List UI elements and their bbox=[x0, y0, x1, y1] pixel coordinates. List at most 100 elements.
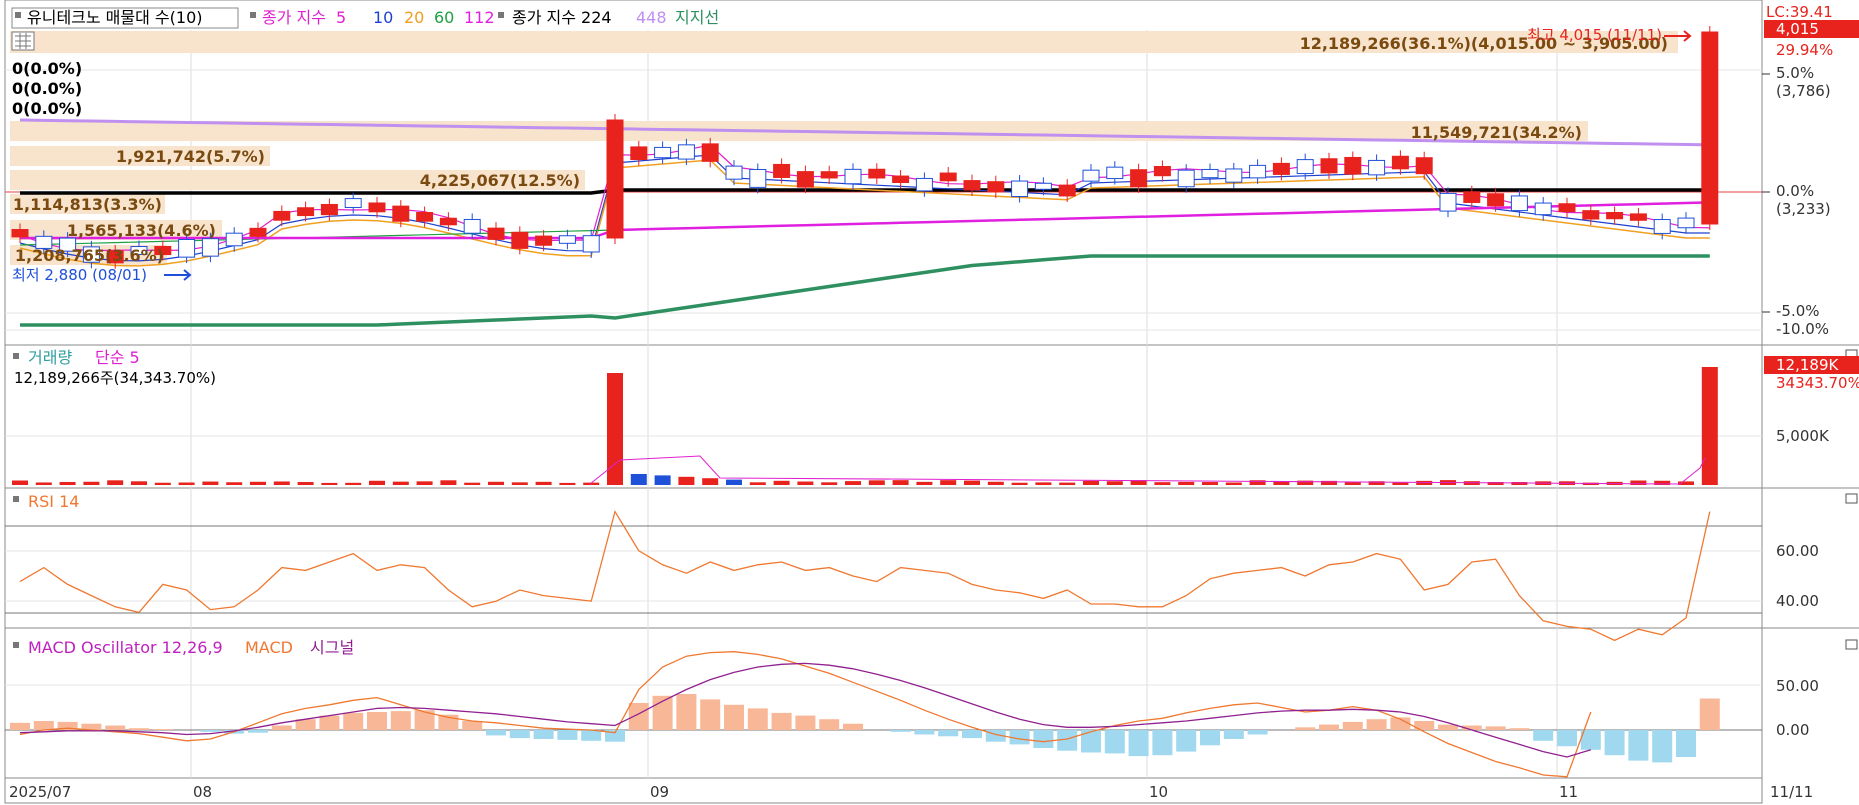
volume-bar bbox=[416, 481, 433, 485]
macd-osc-bar bbox=[1676, 730, 1696, 757]
volume-bar bbox=[1035, 482, 1052, 485]
candle bbox=[558, 235, 576, 244]
macd-osc-bar bbox=[1580, 730, 1601, 750]
candle bbox=[987, 181, 1005, 193]
candle bbox=[439, 217, 457, 226]
axis-tick: (3,233) bbox=[1776, 200, 1831, 218]
candle bbox=[1701, 31, 1719, 225]
macd-tick: 0.00 bbox=[1776, 721, 1809, 739]
volume-bars bbox=[12, 367, 1718, 485]
ma112-label: 112 bbox=[464, 8, 495, 27]
macd-osc-bar bbox=[1699, 698, 1720, 730]
candle bbox=[225, 232, 243, 247]
candle bbox=[368, 202, 386, 213]
volume-bar bbox=[511, 482, 528, 485]
panel-close-icon[interactable] bbox=[1845, 639, 1858, 650]
candle bbox=[1558, 203, 1576, 213]
volume-bar bbox=[1225, 482, 1242, 485]
macd-line bbox=[19, 651, 1592, 778]
macd-osc-bar bbox=[533, 730, 554, 739]
candle bbox=[11, 229, 29, 238]
candle bbox=[1272, 162, 1290, 175]
axis-tick: (3,786) bbox=[1776, 82, 1831, 100]
candle bbox=[178, 239, 196, 258]
volume-bar bbox=[1701, 367, 1718, 485]
volume-bar bbox=[107, 480, 124, 485]
macd-osc-bar bbox=[367, 712, 387, 730]
macd-osc-bar bbox=[1628, 730, 1649, 761]
macd-osc-bar bbox=[1342, 721, 1363, 730]
candle bbox=[1653, 219, 1671, 234]
macd-osc-bar bbox=[509, 730, 530, 739]
candle bbox=[1677, 217, 1695, 229]
macd-osc-bar bbox=[1509, 728, 1530, 730]
candle bbox=[1082, 169, 1100, 182]
candle bbox=[487, 227, 505, 240]
rsi-tick: 60.00 bbox=[1776, 542, 1819, 560]
x-tick: 11 bbox=[1559, 783, 1578, 801]
volume-bar bbox=[1630, 480, 1647, 485]
macd-osc-bar bbox=[628, 703, 649, 730]
volume-profile-label: 4,225,067(12.5%) bbox=[420, 171, 580, 190]
price-panel-legend: 유니테크노 매물대 수(10) 종가 지수 5 10 20 60 112 종가 … bbox=[11, 7, 719, 29]
macd-osc-bar bbox=[1033, 730, 1054, 748]
zero-note: 0(0.0%) bbox=[12, 99, 82, 118]
pct-top: 29.94% bbox=[1776, 41, 1833, 59]
volume-tick: 5,000K bbox=[1776, 427, 1830, 445]
ma-label[interactable]: 종가 지수 bbox=[262, 8, 326, 27]
moving-average-lines bbox=[19, 118, 1710, 327]
macd-osc-bar bbox=[747, 708, 768, 730]
volume-bar bbox=[964, 480, 980, 485]
candle bbox=[392, 205, 410, 222]
ma224-label[interactable]: 종가 지수 224 bbox=[512, 8, 612, 27]
support-line bbox=[20, 254, 1710, 327]
volume-bar bbox=[226, 482, 243, 485]
macd-osc-label[interactable]: MACD Oscillator 12,26,9 bbox=[28, 638, 223, 657]
candle bbox=[701, 143, 719, 162]
high-note: 최고 4,015 (11/11) bbox=[1527, 26, 1662, 44]
macd-osc-bar bbox=[962, 730, 982, 739]
candle bbox=[1011, 180, 1029, 198]
volume-bar bbox=[464, 482, 481, 485]
candle bbox=[1177, 169, 1195, 188]
volume-bar bbox=[1178, 481, 1195, 485]
volume-bar bbox=[678, 476, 695, 485]
candle bbox=[1320, 158, 1338, 174]
volume-label[interactable]: 거래량 bbox=[28, 348, 72, 367]
macd-label: MACD bbox=[245, 638, 293, 657]
volume-bar bbox=[1011, 482, 1028, 485]
rsi-label[interactable]: RSI 14 bbox=[28, 492, 79, 511]
volume-bar bbox=[178, 482, 195, 485]
panel-marker-icon bbox=[250, 12, 256, 18]
stock-label[interactable]: 유니테크노 매물대 수(10) bbox=[27, 8, 203, 27]
macd-osc-bar bbox=[1128, 730, 1149, 757]
volume-bar bbox=[749, 482, 766, 485]
volume-bar bbox=[1059, 482, 1076, 485]
candle bbox=[511, 231, 529, 249]
candle bbox=[654, 146, 672, 159]
candle bbox=[1582, 210, 1600, 220]
candle bbox=[416, 212, 434, 222]
candle bbox=[1463, 191, 1481, 203]
volume-bar bbox=[1083, 480, 1099, 485]
macd-osc-bar bbox=[724, 704, 744, 730]
x-tick: 08 bbox=[193, 783, 212, 801]
volume-badge-text: 12,189K bbox=[1776, 356, 1839, 374]
candle bbox=[1606, 211, 1624, 220]
macd-osc-bar bbox=[890, 730, 911, 732]
volume-bar bbox=[535, 481, 552, 485]
candle bbox=[939, 172, 957, 182]
ma224-line bbox=[20, 188, 1710, 195]
signal-label: 시그널 bbox=[310, 638, 354, 657]
macd-osc-bar bbox=[390, 711, 411, 730]
panel-close-icon[interactable] bbox=[1845, 493, 1858, 504]
volume-profile-label: 11,549,721(34.2%) bbox=[1411, 123, 1582, 142]
stock-chart: 유니테크노 매물대 수(10) 종가 지수 5 10 20 60 112 종가 … bbox=[4, 0, 1859, 804]
ma448-label: 448 bbox=[636, 8, 667, 27]
zero-note: 0(0.0%) bbox=[12, 79, 82, 98]
volume-panel: 거래량 단순 5 12,189,266주(34,343.70%) 12,189K… bbox=[5, 348, 1859, 485]
macd-osc-bar bbox=[1652, 730, 1673, 763]
candle bbox=[1439, 192, 1457, 212]
macd-osc-bar bbox=[914, 730, 935, 735]
macd-osc-bar bbox=[1200, 730, 1220, 746]
